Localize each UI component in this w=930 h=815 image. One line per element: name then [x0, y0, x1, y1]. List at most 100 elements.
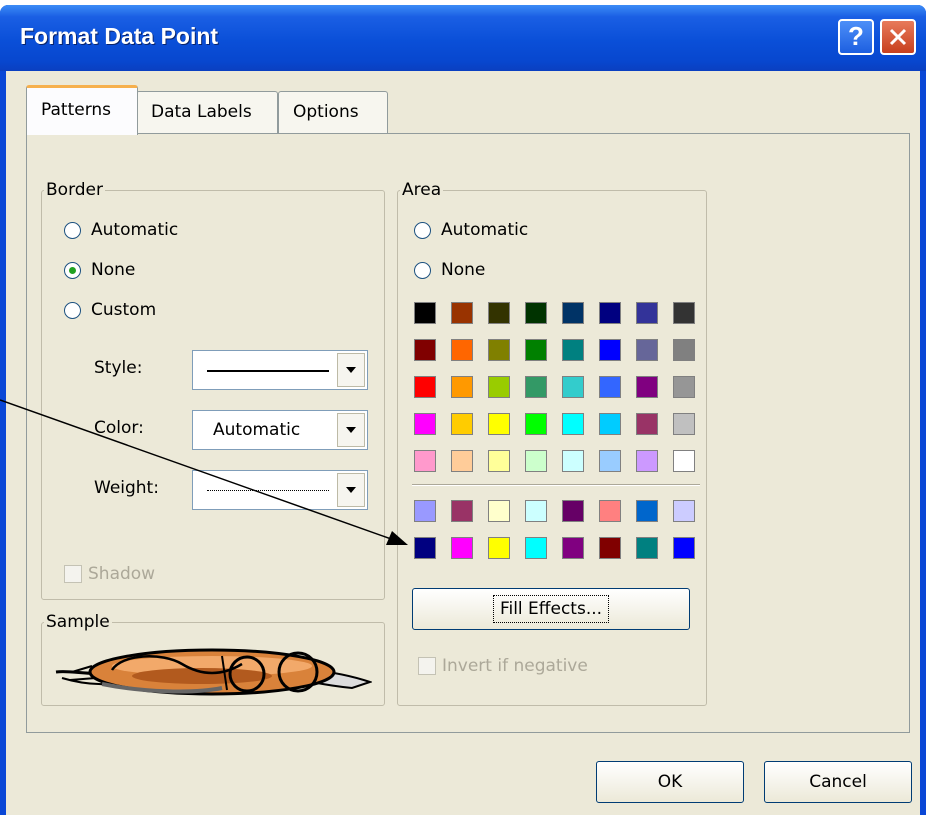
color-swatch[interactable] [599, 376, 621, 398]
color-swatch[interactable] [562, 302, 584, 324]
color-swatch[interactable] [562, 339, 584, 361]
color-swatch[interactable] [414, 376, 436, 398]
color-swatch[interactable] [451, 339, 473, 361]
weight-dropdown-button[interactable] [337, 473, 365, 507]
line-style-preview [207, 370, 329, 372]
color-swatch[interactable] [525, 376, 547, 398]
color-swatch[interactable] [414, 339, 436, 361]
radio-button[interactable] [414, 221, 431, 239]
invert-if-negative-checkbox[interactable] [418, 657, 436, 675]
fill-effects-label: Fill Effects... [492, 595, 610, 623]
color-swatch[interactable] [636, 339, 658, 361]
color-dropdown[interactable]: Automatic [192, 410, 368, 450]
border-group: Border Automatic None Custom Style: Colo… [41, 180, 385, 600]
close-button[interactable] [880, 19, 916, 55]
shadow-checkbox[interactable] [64, 565, 82, 583]
shadow-option[interactable]: Shadow [64, 564, 155, 584]
style-label: Style: [94, 358, 143, 378]
color-swatch[interactable] [414, 537, 436, 559]
color-swatch[interactable] [599, 339, 621, 361]
color-swatch[interactable] [673, 450, 695, 472]
color-swatch[interactable] [488, 339, 510, 361]
color-swatch[interactable] [599, 302, 621, 324]
color-swatch[interactable] [673, 413, 695, 435]
color-swatch[interactable] [599, 537, 621, 559]
color-swatch[interactable] [414, 450, 436, 472]
color-swatch[interactable] [562, 413, 584, 435]
radio-button[interactable] [64, 221, 81, 239]
color-swatch[interactable] [525, 450, 547, 472]
chart-color-palette [414, 500, 695, 559]
border-automatic-option[interactable]: Automatic [64, 220, 178, 240]
color-swatch[interactable] [525, 537, 547, 559]
color-swatch[interactable] [673, 500, 695, 522]
invert-if-negative-option[interactable]: Invert if negative [418, 656, 588, 676]
color-swatch[interactable] [414, 302, 436, 324]
color-swatch[interactable] [636, 450, 658, 472]
color-swatch[interactable] [636, 376, 658, 398]
radio-button[interactable] [64, 301, 81, 319]
area-automatic-option[interactable]: Automatic [414, 220, 528, 240]
color-swatch[interactable] [599, 413, 621, 435]
color-swatch[interactable] [525, 339, 547, 361]
style-dropdown[interactable] [192, 350, 368, 390]
color-swatch[interactable] [488, 537, 510, 559]
title-bar[interactable]: Format Data Point ? [0, 5, 926, 71]
color-swatch[interactable] [636, 500, 658, 522]
dialog-body: Patterns Data Labels Options Border Auto… [6, 71, 920, 815]
cancel-button[interactable]: Cancel [764, 761, 912, 803]
weight-dropdown[interactable] [192, 470, 368, 510]
color-swatch[interactable] [525, 500, 547, 522]
sample-group: Sample [41, 612, 385, 706]
color-swatch[interactable] [451, 500, 473, 522]
patterns-page: Border Automatic None Custom Style: Colo… [26, 133, 910, 733]
fill-effects-button[interactable]: Fill Effects... [412, 588, 690, 630]
color-swatch[interactable] [488, 500, 510, 522]
invert-if-negative-label: Invert if negative [442, 656, 588, 676]
color-swatch[interactable] [451, 450, 473, 472]
border-none-label: None [91, 260, 136, 280]
color-swatch[interactable] [599, 450, 621, 472]
color-swatch[interactable] [525, 413, 547, 435]
ok-button[interactable]: OK [596, 761, 744, 803]
help-button[interactable]: ? [838, 19, 874, 55]
palette-separator [412, 484, 700, 486]
color-swatch[interactable] [414, 413, 436, 435]
color-swatch[interactable] [451, 302, 473, 324]
color-swatch[interactable] [562, 537, 584, 559]
color-swatch[interactable] [636, 302, 658, 324]
color-swatch[interactable] [488, 302, 510, 324]
area-none-option[interactable]: None [414, 260, 485, 280]
color-swatch[interactable] [562, 376, 584, 398]
radio-button-checked[interactable] [64, 261, 81, 279]
border-none-option[interactable]: None [64, 260, 135, 280]
color-swatch[interactable] [488, 376, 510, 398]
area-legend: Area [402, 180, 442, 200]
color-swatch[interactable] [673, 339, 695, 361]
radio-button[interactable] [414, 261, 431, 279]
color-swatch[interactable] [488, 413, 510, 435]
chevron-down-icon [346, 427, 356, 433]
color-swatch[interactable] [673, 537, 695, 559]
color-swatch[interactable] [414, 500, 436, 522]
tab-data-labels[interactable]: Data Labels [136, 91, 278, 133]
color-swatch[interactable] [562, 450, 584, 472]
color-swatch[interactable] [451, 413, 473, 435]
tab-options[interactable]: Options [278, 91, 388, 133]
color-swatch[interactable] [451, 376, 473, 398]
color-dropdown-button[interactable] [337, 413, 365, 447]
border-legend: Border [46, 180, 103, 200]
tab-patterns[interactable]: Patterns [26, 85, 138, 135]
color-swatch[interactable] [636, 537, 658, 559]
border-custom-option[interactable]: Custom [64, 300, 156, 320]
style-dropdown-button[interactable] [337, 353, 365, 387]
border-automatic-label: Automatic [91, 220, 179, 240]
color-swatch[interactable] [673, 302, 695, 324]
color-swatch[interactable] [636, 413, 658, 435]
color-swatch[interactable] [525, 302, 547, 324]
color-swatch[interactable] [488, 450, 510, 472]
color-swatch[interactable] [451, 537, 473, 559]
color-swatch[interactable] [673, 376, 695, 398]
color-swatch[interactable] [562, 500, 584, 522]
color-swatch[interactable] [599, 500, 621, 522]
